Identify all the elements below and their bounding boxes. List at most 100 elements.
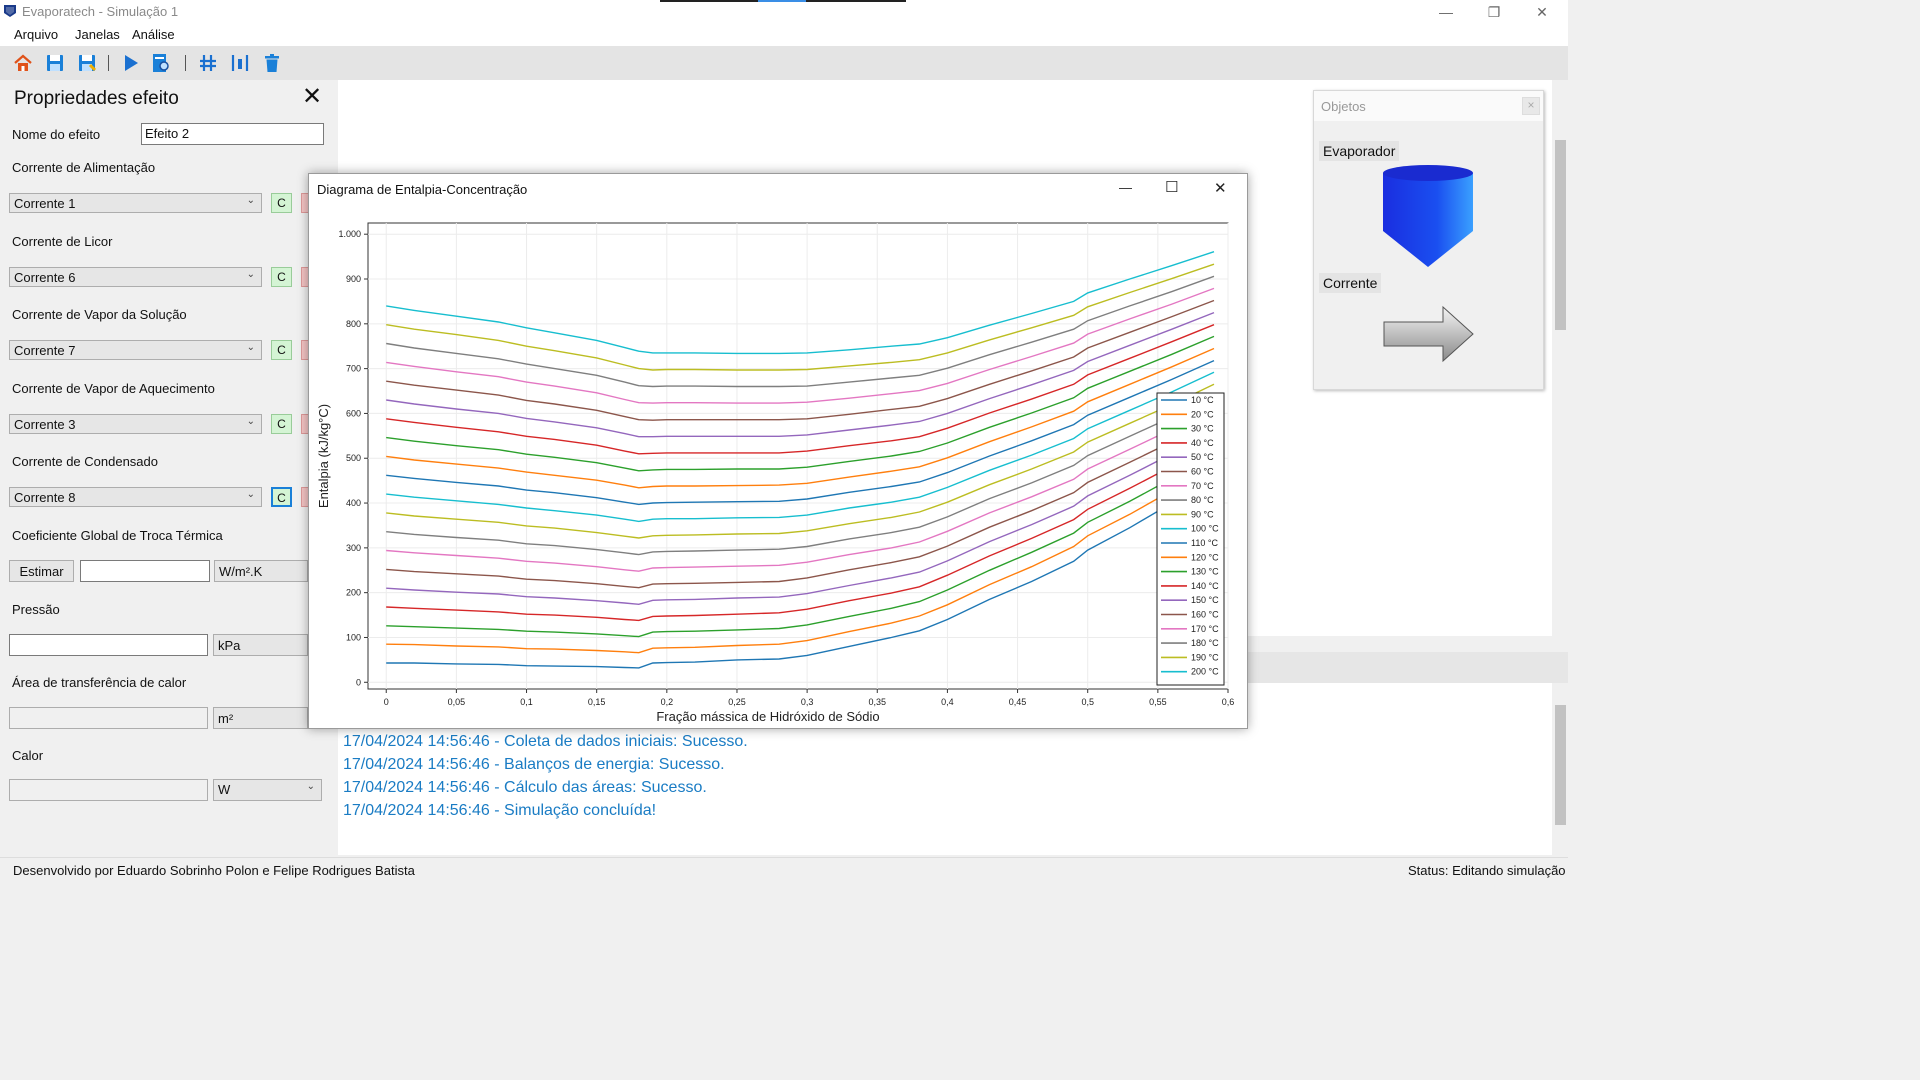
chevron-down-icon: ⌄ bbox=[246, 416, 255, 427]
licor-c-button[interactable]: C bbox=[271, 267, 292, 287]
save-icon[interactable] bbox=[45, 53, 65, 73]
dialog-minimize-button[interactable]: — bbox=[1119, 180, 1132, 195]
coef-global-unit[interactable]: W/m².K bbox=[214, 560, 308, 582]
canvas-scroll-thumb[interactable] bbox=[1555, 140, 1566, 330]
condensado-select[interactable]: Corrente 8 ⌄ bbox=[9, 487, 262, 507]
dialog-title: Diagrama de Entalpia-Concentração bbox=[317, 182, 528, 197]
x-tick-label: 0,55 bbox=[1149, 697, 1167, 707]
legend-label: 90 °C bbox=[1191, 509, 1214, 519]
legend-label: 50 °C bbox=[1191, 452, 1214, 462]
objects-close-button[interactable]: × bbox=[1522, 97, 1540, 115]
window-title: Evaporatech - Simulação 1 bbox=[22, 4, 179, 19]
enthalpy-concentration-chart: 0 0,05 0,1 0,15 0,2 0,25 0,3 0,35 0,4 0,45 0,5 0,55… bbox=[316, 222, 1234, 724]
legend-label: 120 °C bbox=[1191, 552, 1219, 562]
canvas-vertical-scrollbar[interactable] bbox=[1552, 80, 1568, 636]
y-tick-label: 0 bbox=[356, 677, 361, 687]
licor-select[interactable]: Corrente 6 ⌄ bbox=[9, 267, 262, 287]
dialog-close-button[interactable]: ✕ bbox=[1214, 179, 1227, 197]
log-vertical-scrollbar[interactable] bbox=[1552, 683, 1568, 855]
save-as-icon[interactable] bbox=[77, 53, 97, 73]
menu-janelas[interactable]: Janelas bbox=[75, 27, 120, 42]
alimentacao-value: Corrente 1 bbox=[14, 196, 76, 211]
log-line: 17/04/2024 14:56:46 - Balanços de energi… bbox=[343, 756, 725, 773]
condensado-value: Corrente 8 bbox=[14, 490, 76, 505]
pressao-input[interactable] bbox=[9, 634, 208, 656]
chart-area: 0 0,05 0,1 0,15 0,2 0,25 0,3 0,35 0,4 0,45 0,5 0,55… bbox=[309, 205, 1247, 728]
log-line: 17/04/2024 14:56:46 - Simulação concluíd… bbox=[343, 802, 657, 819]
y-axis-label: Entalpia (kJ/kg°C) bbox=[316, 404, 331, 508]
toolbar-separator bbox=[108, 55, 109, 71]
grid-icon[interactable] bbox=[198, 53, 218, 73]
alimentacao-c-button[interactable]: C bbox=[271, 193, 292, 213]
evaporator-icon[interactable] bbox=[1380, 163, 1476, 269]
x-tick-label: 0,45 bbox=[1009, 697, 1027, 707]
alimentacao-select[interactable]: Corrente 1 ⌄ bbox=[9, 193, 262, 213]
menu-analise[interactable]: Análise bbox=[132, 27, 175, 42]
y-tick-label: 200 bbox=[346, 588, 361, 598]
window-close-button[interactable]: ✕ bbox=[1519, 0, 1565, 24]
area-label: Área de transferência de calor bbox=[12, 675, 187, 690]
legend-label: 190 °C bbox=[1191, 652, 1219, 662]
vapor-solucao-select[interactable]: Corrente 7 ⌄ bbox=[9, 340, 262, 360]
calor-label: Calor bbox=[12, 748, 44, 763]
vapor-solucao-c-button[interactable]: C bbox=[271, 340, 292, 360]
condensado-label: Corrente de Condensado bbox=[12, 454, 158, 469]
corrente-label: Corrente bbox=[1319, 273, 1382, 293]
legend-label: 70 °C bbox=[1191, 481, 1214, 491]
menu-bar: Arquivo Janelas Análise bbox=[0, 24, 1568, 46]
coef-global-input[interactable] bbox=[80, 560, 210, 582]
calor-input[interactable] bbox=[9, 779, 208, 801]
condensado-c-button[interactable]: C bbox=[271, 487, 292, 507]
simulate-report-icon[interactable] bbox=[151, 53, 171, 73]
vapor-aquecimento-c-button[interactable]: C bbox=[271, 414, 292, 434]
dialog-maximize-button[interactable]: ☐ bbox=[1165, 178, 1178, 196]
objects-panel: Objetos × Evaporador Corrente bbox=[1313, 90, 1544, 390]
y-tick-label: 1.000 bbox=[338, 229, 361, 239]
stream-arrow-icon[interactable] bbox=[1382, 305, 1476, 363]
y-tick-label: 800 bbox=[346, 319, 361, 329]
pressao-unit[interactable]: kPa bbox=[213, 634, 308, 656]
area-unit[interactable]: m² bbox=[213, 707, 308, 729]
vapor-aquecimento-select[interactable]: Corrente 3 ⌄ bbox=[9, 414, 262, 434]
x-tick-label: 0 bbox=[384, 697, 389, 707]
legend-label: 150 °C bbox=[1191, 595, 1219, 605]
align-icon[interactable] bbox=[230, 53, 250, 73]
window-restore-button[interactable]: ❐ bbox=[1471, 0, 1517, 24]
x-tick-label: 0,05 bbox=[448, 697, 466, 707]
properties-title: Propriedades efeito bbox=[14, 88, 179, 109]
calor-unit-value: W bbox=[218, 782, 231, 797]
y-tick-label: 700 bbox=[346, 364, 361, 374]
window-titlebar: Evaporatech - Simulação 1 — ❐ ✕ bbox=[0, 0, 1568, 24]
properties-panel: Propriedades efeito ✕ Nome do efeito Efe… bbox=[0, 80, 336, 855]
home-icon[interactable] bbox=[13, 53, 33, 73]
log-scroll-thumb[interactable] bbox=[1555, 705, 1566, 825]
legend-label: 100 °C bbox=[1191, 524, 1219, 534]
chevron-down-icon: ⌄ bbox=[246, 269, 255, 280]
nome-efeito-input[interactable]: Efeito 2 bbox=[141, 123, 324, 145]
window-minimize-button[interactable]: — bbox=[1423, 0, 1469, 24]
estimar-button[interactable]: Estimar bbox=[9, 560, 74, 582]
y-tick-label: 300 bbox=[346, 543, 361, 553]
chevron-down-icon: ⌄ bbox=[246, 195, 255, 206]
area-input[interactable] bbox=[9, 707, 208, 729]
app-logo-icon bbox=[4, 5, 16, 17]
legend-label: 20 °C bbox=[1191, 409, 1214, 419]
legend-label: 170 °C bbox=[1191, 624, 1219, 634]
enthalpy-chart-dialog: Diagrama de Entalpia-Concentração — ☐ ✕ … bbox=[308, 173, 1248, 729]
legend-label: 80 °C bbox=[1191, 495, 1214, 505]
trash-icon[interactable] bbox=[262, 53, 282, 73]
legend-label: 60 °C bbox=[1191, 467, 1214, 477]
chevron-down-icon: ⌄ bbox=[246, 489, 255, 500]
licor-label: Corrente de Licor bbox=[12, 234, 113, 249]
x-axis-label: Fração mássica de Hidróxido de Sódio bbox=[656, 709, 879, 724]
evaporador-label: Evaporador bbox=[1319, 141, 1400, 161]
titlebar-tab-highlight bbox=[758, 0, 806, 2]
legend-label: 140 °C bbox=[1191, 581, 1219, 591]
log-line: 17/04/2024 14:56:46 - Cálculo das áreas:… bbox=[343, 779, 707, 796]
toolbar-separator bbox=[185, 55, 186, 71]
calor-unit-select[interactable]: W ⌄ bbox=[213, 779, 322, 801]
play-icon[interactable] bbox=[121, 53, 141, 73]
vapor-aquecimento-label: Corrente de Vapor de Aquecimento bbox=[12, 381, 215, 396]
properties-close-icon[interactable]: ✕ bbox=[302, 82, 322, 111]
menu-arquivo[interactable]: Arquivo bbox=[14, 27, 58, 42]
